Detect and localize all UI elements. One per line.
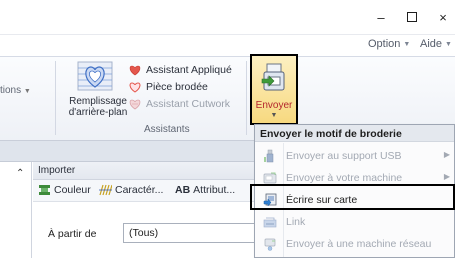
piece-brodee-button[interactable]: Pièce brodée [128, 79, 208, 95]
remplissage-label-1: Remplissage [69, 96, 127, 107]
chevron-down-icon: ▼ [23, 88, 31, 95]
dropdown-title: Envoyer le motif de broderie [255, 125, 454, 142]
caracteres-tool[interactable]: Caractér... [99, 184, 163, 196]
menu-item-machine-label: Envoyer à votre machine [286, 172, 403, 184]
characters-icon [99, 184, 112, 196]
menu-item-link: Link [255, 212, 454, 232]
chevron-down-icon: ▼ [445, 40, 452, 48]
network-machine-icon [264, 238, 276, 251]
usb-icon [264, 149, 274, 163]
menu-item-network-machine-label: Envoyer à une machine réseau [286, 238, 432, 250]
heart-icon [129, 65, 141, 76]
caracteres-label: Caractér... [115, 184, 164, 196]
link-icon [263, 217, 277, 228]
envoyer-label: Envoyer [255, 100, 293, 111]
submenu-arrow-icon: ▶ [443, 150, 450, 159]
cutwork-heart-icon [129, 99, 141, 110]
from-label: À partir de [48, 228, 97, 240]
maximize-icon [407, 12, 417, 23]
piece-brodee-label: Pièce brodée [146, 81, 208, 93]
assistants-group-caption: Assistants [144, 124, 190, 135]
assistant-cutwork-label: Assistant Cutwork [146, 98, 231, 110]
menu-option[interactable]: Option ▼ [368, 38, 410, 50]
menu-aide[interactable]: Aide ▼ [420, 38, 452, 50]
background-fill-icon [77, 61, 113, 91]
from-select[interactable]: (Tous) [123, 223, 258, 243]
menu-option-label: Option [368, 38, 401, 50]
assistant-applique-button[interactable]: Assistant Appliqué [128, 62, 232, 78]
chevron-down-icon: ▼ [270, 112, 278, 119]
send-machine-icon [261, 63, 285, 91]
heart-outline-icon [129, 82, 141, 93]
assistant-cutwork-button: Assistant Cutwork [128, 96, 230, 112]
menu-item-link-label: Link [286, 216, 306, 228]
couleur-tool[interactable]: Couleur [38, 184, 91, 196]
menu-item-usb-label: Envoyer au support USB [286, 150, 402, 162]
menu-item-usb: Envoyer au support USB ▶ [255, 146, 454, 166]
maximize-button[interactable] [397, 8, 427, 28]
machine-icon [263, 172, 277, 184]
assistant-applique-label: Assistant Appliqué [146, 64, 232, 76]
ribbon-separator [246, 61, 247, 135]
scroll-up-icon[interactable]: ⌃ [16, 168, 24, 179]
remplissage-label-2: d'arrière-plan [68, 107, 128, 118]
options-partial-text: tions [0, 85, 22, 96]
options-partial-label[interactable]: tions ▼ [0, 85, 31, 96]
chevron-down-icon: ▼ [403, 40, 411, 48]
ribbon-separator [55, 61, 56, 135]
close-button[interactable]: × [428, 8, 455, 28]
envoyer-button[interactable]: Envoyer ▼ [250, 54, 298, 125]
highlight-frame [250, 184, 455, 210]
attributs-label: Attribut... [193, 184, 236, 196]
menu-bar: Option ▼ Aide ▼ [0, 34, 455, 56]
attributs-tool[interactable]: AB Attribut... [175, 184, 235, 196]
color-icon [39, 185, 50, 195]
menu-aide-label: Aide [420, 38, 443, 50]
menu-item-network-machine: Envoyer à une machine réseau [255, 234, 454, 254]
minimize-button[interactable]: – [366, 8, 396, 28]
submenu-arrow-icon: ▶ [443, 172, 450, 181]
attributs-prefix: AB [175, 184, 191, 196]
couleur-label: Couleur [54, 184, 91, 196]
title-bar: – × [0, 0, 455, 34]
